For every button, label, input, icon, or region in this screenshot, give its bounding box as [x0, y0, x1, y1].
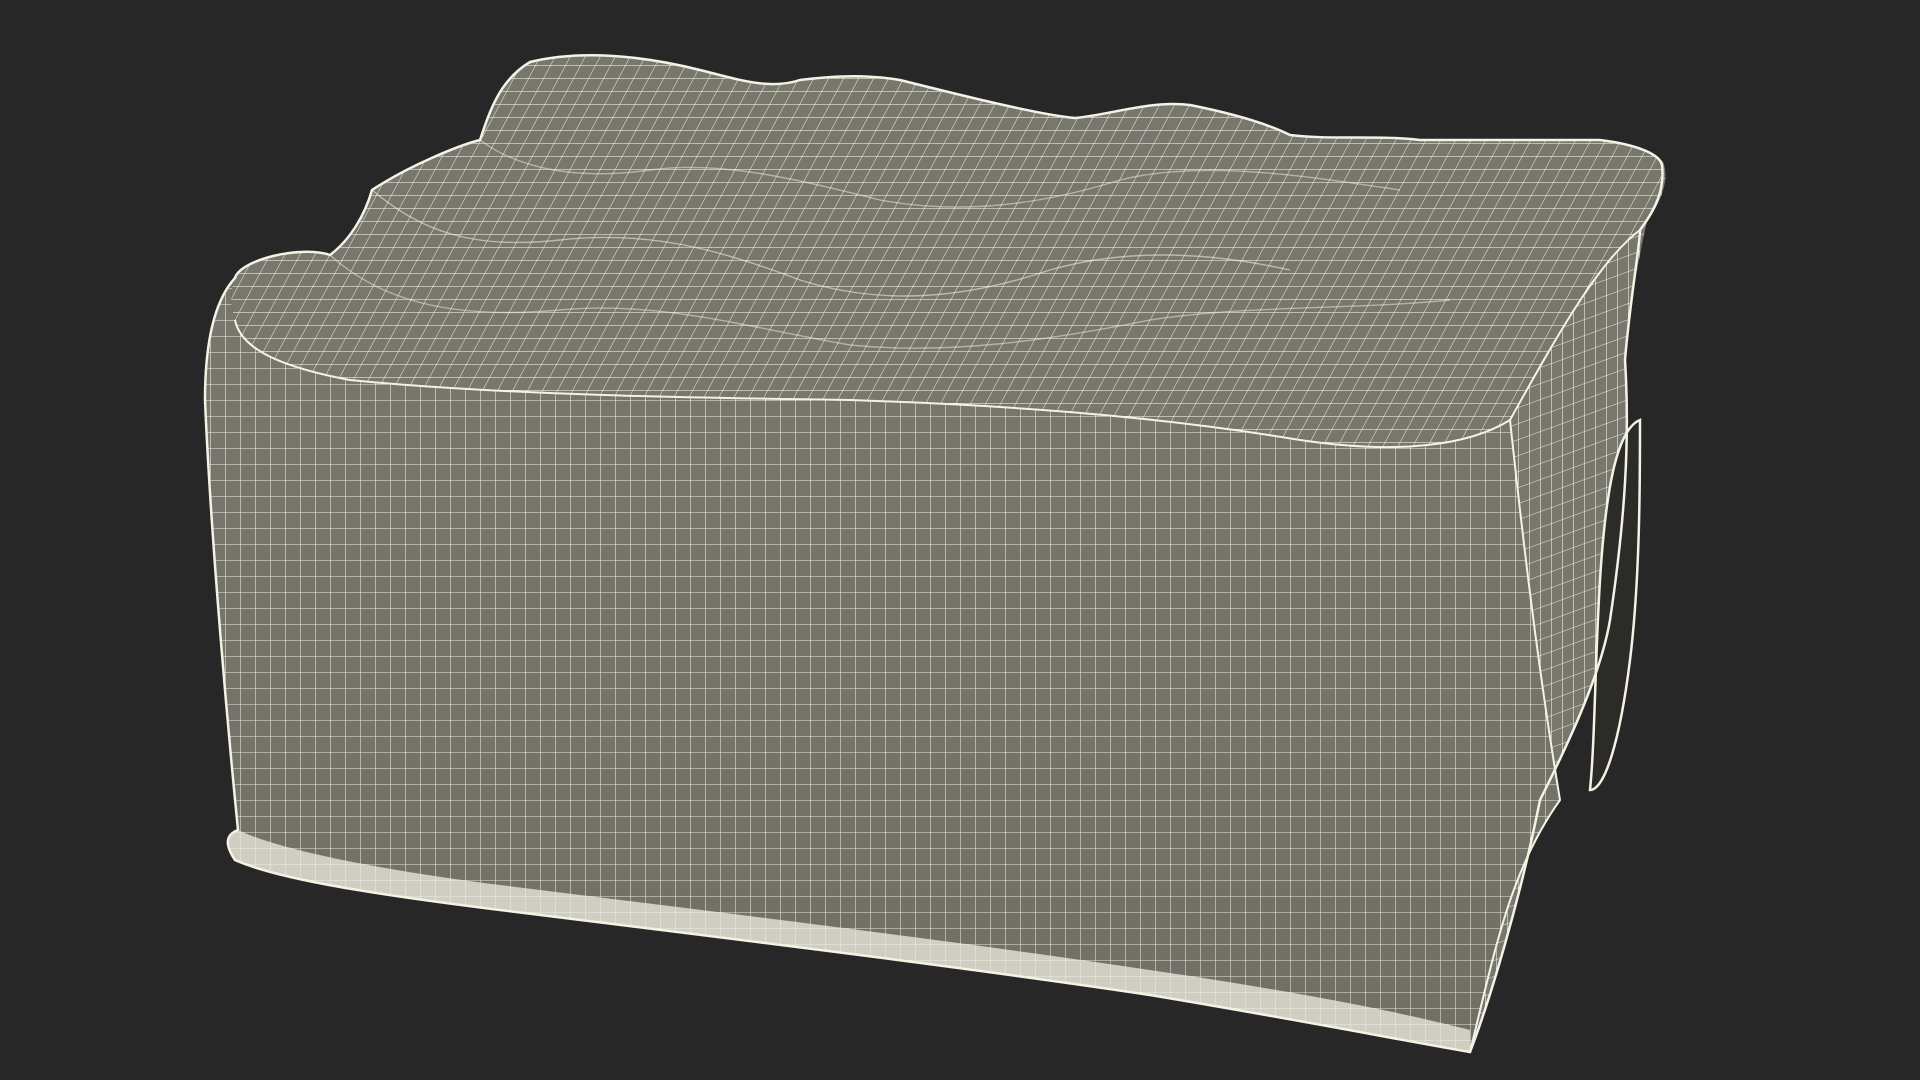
3d-viewport[interactable]	[0, 0, 1920, 1080]
